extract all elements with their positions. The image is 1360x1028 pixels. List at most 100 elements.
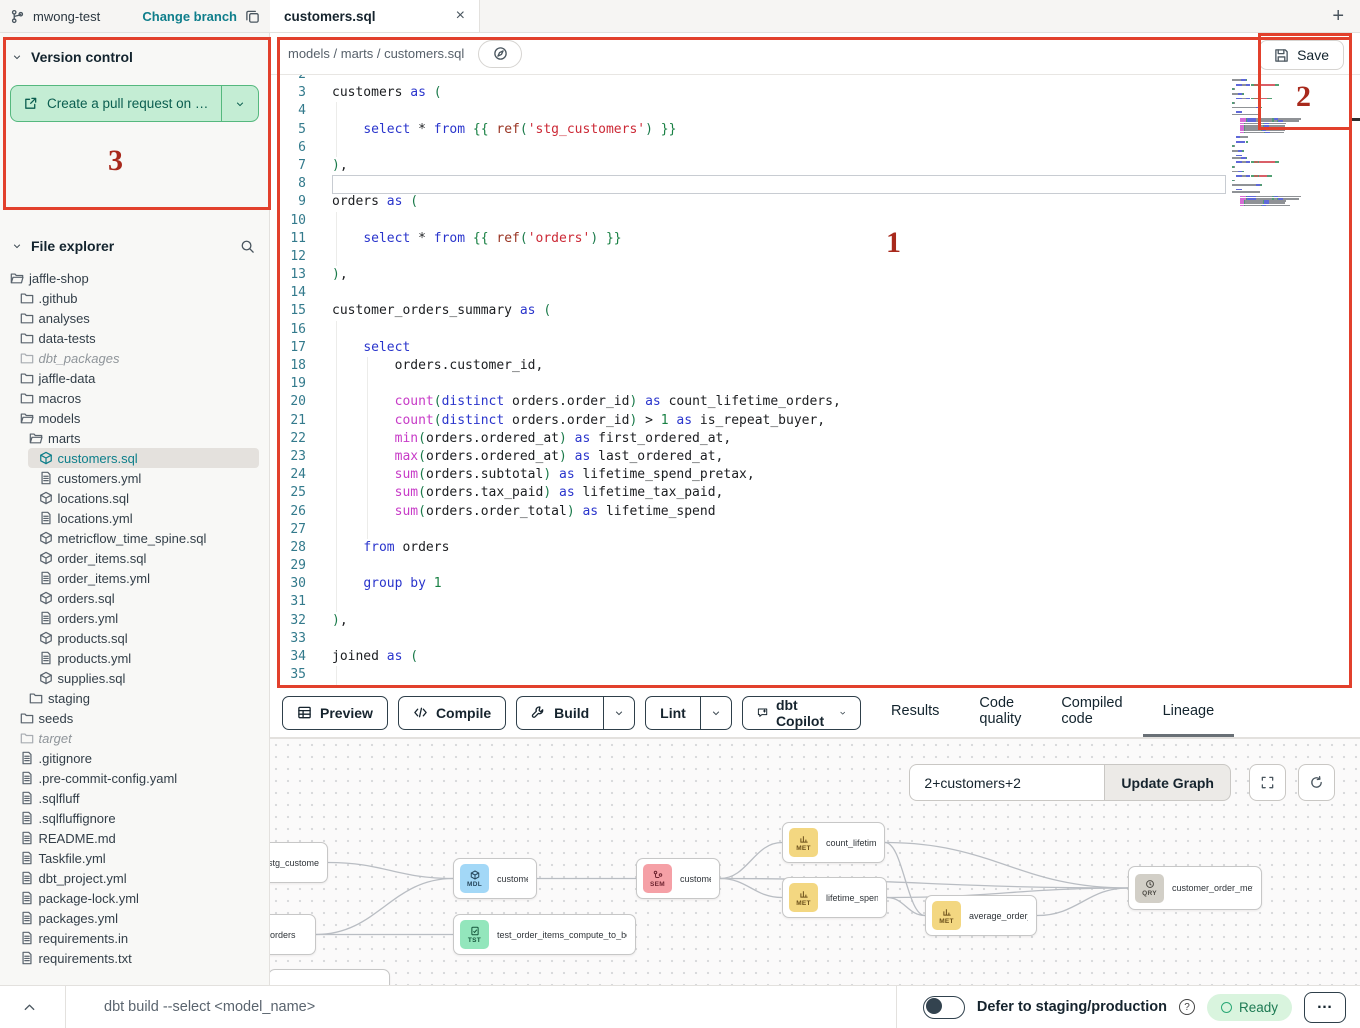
tree-item-readme-md[interactable]: README.md bbox=[0, 828, 269, 848]
code-line-11[interactable]: 11 select * from {{ ref('orders') }} bbox=[270, 230, 1360, 248]
tree-item-orders-yml[interactable]: orders.yml bbox=[0, 608, 269, 628]
tree-item-products-yml[interactable]: products.yml bbox=[0, 648, 269, 668]
lineage-filter-input[interactable] bbox=[909, 764, 1104, 801]
tree-item--gitignore[interactable]: .gitignore bbox=[0, 748, 269, 768]
tree-item--sqlfluffignore[interactable]: .sqlfluffignore bbox=[0, 808, 269, 828]
tree-item-package-lock-yml[interactable]: package-lock.yml bbox=[0, 888, 269, 908]
code-line-27[interactable]: 27 bbox=[270, 521, 1360, 539]
tree-item-target[interactable]: target bbox=[0, 728, 269, 748]
code-line-33[interactable]: 33 bbox=[270, 630, 1360, 648]
tree-item-supplies-sql[interactable]: supplies.sql bbox=[0, 668, 269, 688]
dbt-copilot-button[interactable]: dbt Copilot bbox=[742, 696, 861, 730]
lineage-node-customer_order_metrics[interactable]: QRYcustomer_order_metrics bbox=[1128, 866, 1262, 910]
change-branch-link[interactable]: Change branch bbox=[142, 9, 237, 24]
lineage-node-orders[interactable]: MDLorders bbox=[270, 914, 316, 955]
code-line-20[interactable]: 20 count(distinct orders.order_id) as co… bbox=[270, 393, 1360, 411]
code-line-34[interactable]: 34joined as ( bbox=[270, 648, 1360, 666]
tree-item-dbt-packages[interactable]: dbt_packages bbox=[0, 348, 269, 368]
code-line-9[interactable]: 9orders as ( bbox=[270, 193, 1360, 211]
defer-toggle[interactable] bbox=[923, 996, 965, 1019]
code-line-10[interactable]: 10 bbox=[270, 212, 1360, 230]
tree-item-jaffle-data[interactable]: jaffle-data bbox=[0, 368, 269, 388]
lineage-node-customers_semantic[interactable]: SEMcustomers bbox=[636, 858, 720, 899]
tab-compiled-code[interactable]: Compiled code bbox=[1041, 688, 1142, 737]
lineage-node-count_lifetime_orders[interactable]: METcount_lifetime_orders bbox=[782, 822, 885, 863]
lineage-node-test_order_items[interactable]: TSTtest_order_items_compute_to_bools... bbox=[453, 914, 636, 955]
tab-results[interactable]: Results bbox=[871, 688, 959, 737]
tree-item-products-sql[interactable]: products.sql bbox=[0, 628, 269, 648]
tree-item-metricflow-time-spine-sql[interactable]: metricflow_time_spine.sql bbox=[0, 528, 269, 548]
code-line-30[interactable]: 30 group by 1 bbox=[270, 575, 1360, 593]
search-icon[interactable] bbox=[240, 239, 255, 254]
tab-customers-sql[interactable]: customers.sql × bbox=[270, 0, 480, 32]
minimap[interactable] bbox=[1232, 77, 1320, 207]
create-pr-dropdown[interactable] bbox=[221, 86, 258, 121]
code-line-23[interactable]: 23 max(orders.ordered_at) as last_ordere… bbox=[270, 448, 1360, 466]
tree-item-models[interactable]: models bbox=[0, 408, 269, 428]
tree-item-staging[interactable]: staging bbox=[0, 688, 269, 708]
code-line-31[interactable]: 31 bbox=[270, 593, 1360, 611]
tab-lineage[interactable]: Lineage bbox=[1143, 688, 1235, 737]
code-line-29[interactable]: 29 bbox=[270, 557, 1360, 575]
code-line-6[interactable]: 6 bbox=[270, 139, 1360, 157]
lineage-panel[interactable]: MDLstg_customersMDLordersMDLcustomersTST… bbox=[270, 738, 1360, 985]
code-line-19[interactable]: 19 bbox=[270, 375, 1360, 393]
create-pr-button[interactable]: Create a pull request on Git... bbox=[10, 85, 259, 122]
copy-icon[interactable] bbox=[245, 9, 260, 24]
tree-item--github[interactable]: .github bbox=[0, 288, 269, 308]
chevron-up-icon[interactable] bbox=[22, 1000, 37, 1015]
tree-item-orders-sql[interactable]: orders.sql bbox=[0, 588, 269, 608]
code-line-26[interactable]: 26 sum(orders.order_total) as lifetime_s… bbox=[270, 503, 1360, 521]
code-line-16[interactable]: 16 bbox=[270, 321, 1360, 339]
code-line-13[interactable]: 13), bbox=[270, 266, 1360, 284]
lint-button[interactable]: Lint bbox=[645, 696, 732, 730]
code-line-24[interactable]: 24 sum(orders.subtotal) as lifetime_spen… bbox=[270, 466, 1360, 484]
lint-dropdown[interactable] bbox=[700, 697, 731, 729]
tree-item-locations-sql[interactable]: locations.sql bbox=[0, 488, 269, 508]
tree-item-order-items-sql[interactable]: order_items.sql bbox=[0, 548, 269, 568]
code-line-18[interactable]: 18 orders.customer_id, bbox=[270, 357, 1360, 375]
update-graph-button[interactable]: Update Graph bbox=[1104, 764, 1231, 801]
build-dropdown[interactable] bbox=[603, 697, 634, 729]
code-line-28[interactable]: 28 from orders bbox=[270, 539, 1360, 557]
tree-item-locations-yml[interactable]: locations.yml bbox=[0, 508, 269, 528]
new-tab-button[interactable]: + bbox=[1332, 5, 1344, 28]
lineage-node-lifetime_spend_pretax[interactable]: METlifetime_spend_pretax bbox=[782, 877, 887, 918]
lineage-node-customers_model[interactable]: MDLcustomers bbox=[453, 858, 537, 899]
code-line-17[interactable]: 17 select bbox=[270, 339, 1360, 357]
tree-item-jaffle-shop[interactable]: jaffle-shop bbox=[0, 268, 269, 288]
lineage-node-partial_node[interactable] bbox=[270, 969, 390, 985]
resize-handle[interactable] bbox=[1351, 118, 1360, 121]
compile-button[interactable]: Compile bbox=[398, 696, 506, 730]
refresh-button[interactable] bbox=[1298, 764, 1335, 801]
close-icon[interactable]: × bbox=[456, 8, 465, 24]
code-line-15[interactable]: 15customer_orders_summary as ( bbox=[270, 302, 1360, 320]
code-line-21[interactable]: 21 count(distinct orders.order_id) > 1 a… bbox=[270, 412, 1360, 430]
tab-code-quality[interactable]: Code quality bbox=[959, 688, 1041, 737]
code-line-22[interactable]: 22 min(orders.ordered_at) as first_order… bbox=[270, 430, 1360, 448]
tree-item-customers-yml[interactable]: customers.yml bbox=[0, 468, 269, 488]
code-line-3[interactable]: 3customers as ( bbox=[270, 84, 1360, 102]
tree-item-order-items-yml[interactable]: order_items.yml bbox=[0, 568, 269, 588]
code-line-8[interactable]: 8 bbox=[270, 175, 1360, 193]
tree-item-data-tests[interactable]: data-tests bbox=[0, 328, 269, 348]
code-line-32[interactable]: 32), bbox=[270, 612, 1360, 630]
version-control-header[interactable]: Version control bbox=[0, 33, 269, 71]
build-button[interactable]: Build bbox=[516, 696, 635, 730]
create-pr-main[interactable]: Create a pull request on Git... bbox=[11, 86, 221, 121]
save-button[interactable]: Save bbox=[1259, 40, 1344, 70]
code-line-35[interactable]: 35 bbox=[270, 666, 1360, 684]
code-line-25[interactable]: 25 sum(orders.tax_paid) as lifetime_tax_… bbox=[270, 484, 1360, 502]
file-explorer-header[interactable]: File explorer bbox=[0, 222, 269, 260]
code-line-7[interactable]: 7), bbox=[270, 157, 1360, 175]
code-line-5[interactable]: 5 select * from {{ ref('stg_customers') … bbox=[270, 121, 1360, 139]
tree-item-seeds[interactable]: seeds bbox=[0, 708, 269, 728]
tree-item-analyses[interactable]: analyses bbox=[0, 308, 269, 328]
tree-item-requirements-txt[interactable]: requirements.txt bbox=[0, 948, 269, 968]
fullscreen-button[interactable] bbox=[1249, 764, 1286, 801]
tree-item-requirements-in[interactable]: requirements.in bbox=[0, 928, 269, 948]
tree-item-marts[interactable]: marts bbox=[0, 428, 269, 448]
lineage-node-average_order_value[interactable]: METaverage_order_value bbox=[925, 895, 1037, 936]
code-line-12[interactable]: 12 bbox=[270, 248, 1360, 266]
help-icon[interactable]: ? bbox=[1179, 999, 1195, 1015]
